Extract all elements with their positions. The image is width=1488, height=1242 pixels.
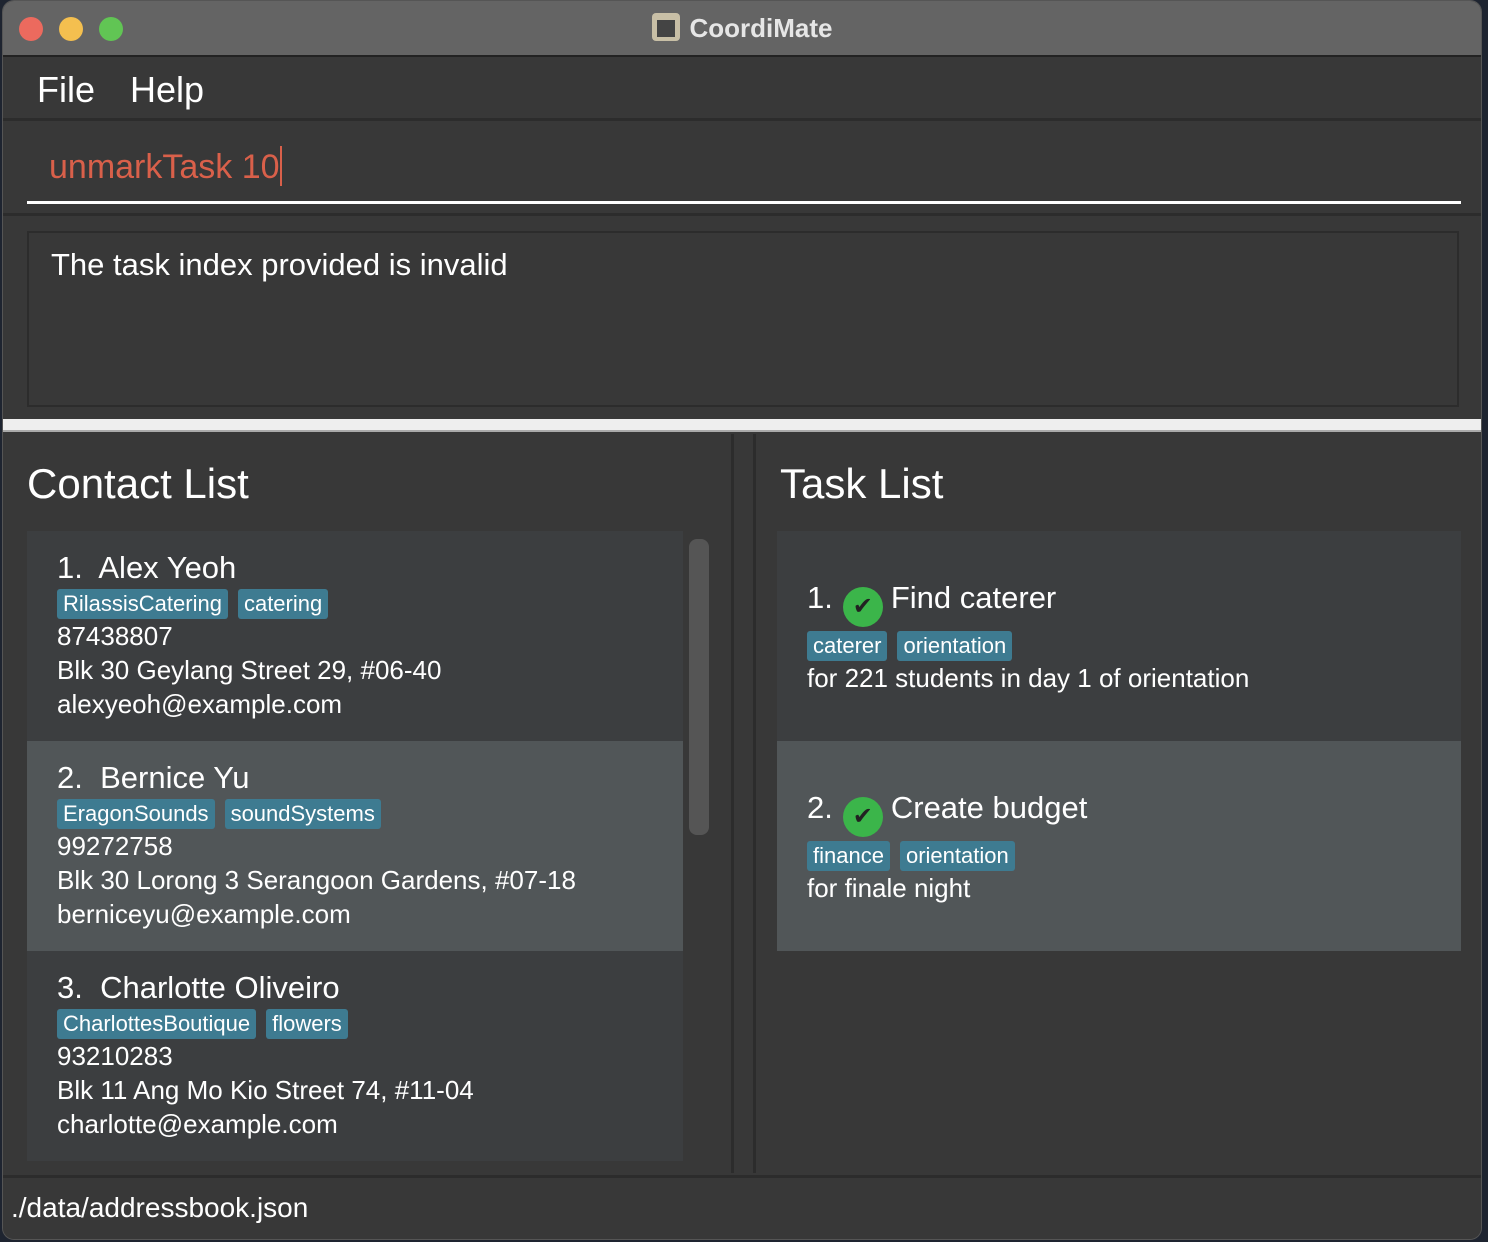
check-circle-icon: ✔ [842, 797, 883, 837]
tag: RilassisCatering [57, 589, 228, 619]
contact-card[interactable]: 3. Charlotte Oliveiro CharlottesBoutique… [27, 951, 683, 1161]
menu-help[interactable]: Help [130, 69, 204, 111]
tag: finance [807, 841, 890, 871]
tag: CharlottesBoutique [57, 1009, 257, 1039]
task-card[interactable]: 1. ✔ Find caterer caterer orientation for 2… [777, 531, 1461, 741]
status-bar: ./data/addressbook.json [3, 1175, 1481, 1239]
text-caret [279, 146, 282, 186]
result-text: The task index provided is invalid [51, 247, 508, 282]
tag: orientation [897, 631, 1013, 661]
task-title: Find caterer [890, 580, 1057, 615]
menu-file[interactable]: File [37, 69, 95, 111]
contact-phone: 93210283 [57, 1041, 173, 1071]
task-list-panel: Task List 1. ✔ Find caterer caterer orienta… [753, 434, 1481, 1173]
task-note: for finale night [807, 873, 971, 903]
contact-card[interactable]: 1. Alex Yeoh RilassisCatering catering 87… [27, 531, 683, 741]
calendar-app-icon [651, 13, 680, 41]
contact-index: 2. [57, 760, 83, 795]
task-title: Create budget [890, 790, 1088, 825]
window-title: CoordiMate [689, 13, 833, 43]
contact-list-title: Contact List [27, 460, 249, 507]
contact-email: charlotte@example.com [57, 1109, 338, 1139]
contact-address: Blk 11 Ang Mo Kio Street 74, #11-04 [57, 1075, 474, 1105]
contact-list-panel: Contact List 1. Alex Yeoh RilassisCateri… [3, 434, 734, 1173]
app-window: CoordiMate File Help unmarkTask 10 The t… [2, 0, 1482, 1240]
check-circle-icon: ✔ [842, 587, 883, 627]
tag: catering [237, 589, 329, 619]
contact-name: Alex Yeoh [98, 550, 237, 585]
menu-bar: File Help [3, 59, 1481, 121]
contact-name: Bernice Yu [100, 760, 250, 795]
contact-list: 1. Alex Yeoh RilassisCatering catering 87… [27, 531, 683, 1161]
contact-address: Blk 30 Geylang Street 29, #06-40 [57, 655, 442, 685]
tag: flowers [266, 1009, 348, 1039]
task-index: 2. [807, 790, 833, 825]
contact-card[interactable]: 2. Bernice Yu EragonSounds soundSystems 9… [27, 741, 683, 951]
contact-phone: 87438807 [57, 621, 173, 651]
contact-email: berniceyu@example.com [57, 899, 351, 929]
tag: EragonSounds [57, 799, 215, 829]
contact-address: Blk 30 Lorong 3 Serangoon Gardens, #07-1… [57, 865, 576, 895]
title-bar: CoordiMate [3, 1, 1481, 57]
contact-index: 1. [57, 550, 83, 585]
contact-phone: 99272758 [57, 831, 173, 861]
result-display: The task index provided is invalid [27, 231, 1459, 407]
task-note: for 221 students in day 1 of orientation [807, 663, 1250, 693]
task-list-title: Task List [780, 460, 944, 507]
contact-email: alexyeoh@example.com [57, 689, 343, 719]
command-text: unmarkTask 10 [49, 148, 280, 186]
command-input[interactable]: unmarkTask 10 [27, 124, 1461, 204]
task-card[interactable]: 2. ✔ Create budget finance orientation for … [777, 741, 1461, 951]
contact-name: Charlotte Oliveiro [100, 970, 340, 1005]
contact-index: 3. [57, 970, 83, 1005]
contact-list-scrollbar[interactable] [689, 539, 709, 835]
tag: caterer [807, 631, 888, 661]
tag: soundSystems [224, 799, 381, 829]
split-pane-divider[interactable] [3, 419, 1481, 432]
task-index: 1. [807, 580, 833, 615]
tag: orientation [899, 841, 1015, 871]
save-location: ./data/addressbook.json [11, 1192, 309, 1223]
task-list: 1. ✔ Find caterer caterer orientation for 2… [777, 531, 1461, 951]
